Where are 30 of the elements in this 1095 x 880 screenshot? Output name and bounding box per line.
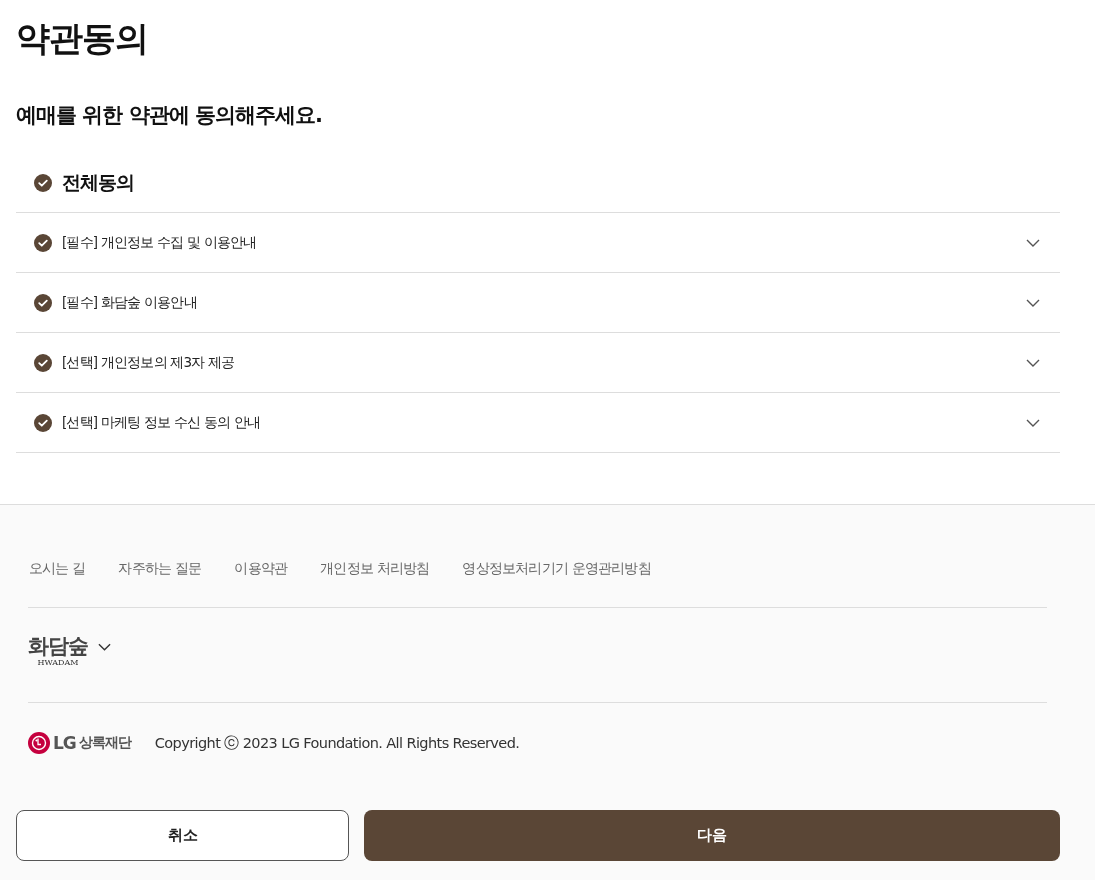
chevron-icon[interactable] [1026, 238, 1040, 247]
term-label: [필수] 개인정보 수집 및 이용안내 [62, 233, 258, 252]
checkbox-icon[interactable] [34, 353, 52, 372]
lg-logo-text: LG [53, 733, 76, 753]
next-button[interactable]: 다음 [364, 810, 1060, 861]
term-label: [선택] 개인정보의 제3자 제공 [62, 353, 236, 372]
page-subtitle: 예매를 위한 약관에 동의해주세요. [16, 102, 323, 128]
cancel-button[interactable]: 취소 [16, 810, 349, 861]
footer-link[interactable]: 이용약관 [234, 560, 288, 607]
copyright-text: Copyright ⓒ 2023 LG Foundation. All Rights Reserved. [154, 733, 520, 753]
footer-link[interactable]: 개인정보 처리방침 [320, 560, 430, 607]
chevron-icon[interactable] [1026, 358, 1040, 367]
checkbox-icon[interactable] [34, 233, 52, 252]
term-label: [필수] 화담숲 이용안내 [62, 293, 198, 312]
footer-link[interactable]: 자주하는 질문 [118, 560, 202, 607]
lg-logo-icon [28, 732, 50, 754]
site-logo-text: 화담숲 [28, 634, 88, 658]
term-label: [선택] 마케팅 정보 수신 동의 안내 [62, 413, 261, 432]
chevron-icon[interactable] [1026, 418, 1040, 427]
checkbox-icon[interactable] [34, 413, 52, 432]
agree-all-label: 전체동의 [62, 170, 134, 195]
foundation-name: 상록재단 [78, 734, 131, 752]
page-title: 약관동의 [16, 17, 149, 60]
footer-link[interactable]: 오시는 길 [29, 560, 86, 607]
footer-link[interactable]: 영상정보처리기기 운영관리방침 [462, 560, 651, 607]
site-logo-subtext: HWADAM [37, 658, 79, 667]
checkbox-icon[interactable] [34, 174, 52, 192]
chevron-icon[interactable] [1026, 298, 1040, 307]
checkbox-icon[interactable] [34, 293, 52, 312]
chevron-icon[interactable] [98, 643, 111, 651]
